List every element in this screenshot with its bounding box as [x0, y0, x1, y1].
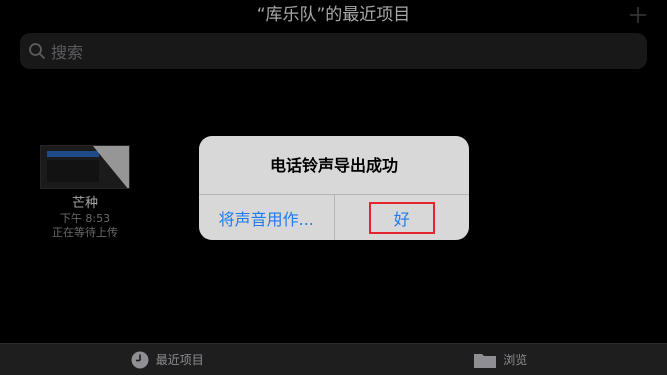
screen: “库乐队”的最近项目 搜索 芒种 下午 8:53 正在等待上传 电话铃声导出成功…	[0, 0, 667, 375]
ok-button[interactable]: 好	[335, 195, 470, 240]
alert-title: 电话铃声导出成功	[199, 136, 469, 195]
use-sound-as-label: 将声音用作...	[218, 209, 314, 229]
use-sound-as-button[interactable]: 将声音用作...	[199, 195, 335, 240]
ok-highlight-box: 好	[368, 201, 435, 234]
tab-recent[interactable]: 最近项目	[0, 344, 334, 375]
tab-recent-label: 最近项目	[155, 353, 204, 367]
alert-dialog: 电话铃声导出成功 将声音用作... 好	[199, 136, 469, 240]
tab-browse[interactable]: 浏览	[334, 344, 667, 375]
tab-browse-label: 浏览	[503, 353, 528, 367]
ok-label: 好	[393, 209, 410, 229]
alert-buttons: 将声音用作... 好	[199, 195, 469, 240]
tab-bar: 最近项目 浏览	[0, 343, 667, 375]
folder-icon	[474, 353, 497, 368]
clock-icon	[131, 351, 149, 368]
